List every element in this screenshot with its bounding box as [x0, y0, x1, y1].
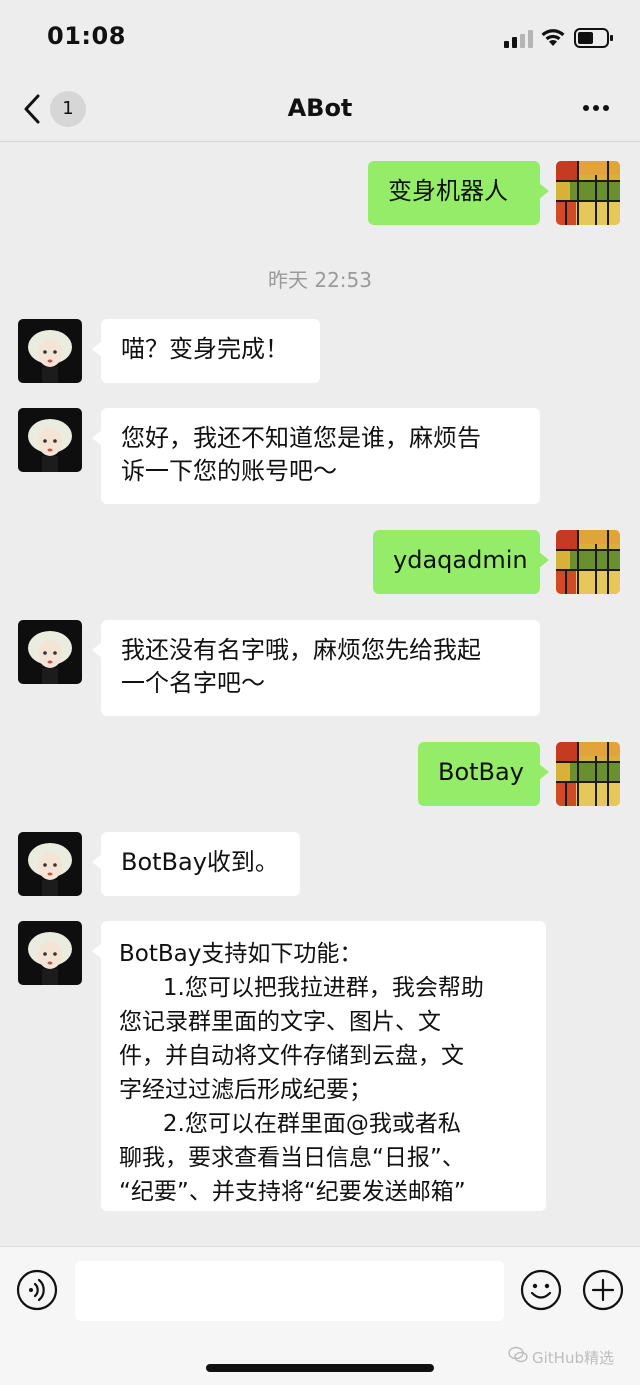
emoji-icon[interactable]	[520, 1269, 562, 1311]
message-bubble[interactable]: 您好，我还不知道您是谁，麻烦告 诉一下您的账号吧～	[92, 408, 540, 504]
message-bubble[interactable]: BotBay支持如下功能： 1.您可以把我拉进群，我会帮助 您记录群里面的文字、…	[92, 921, 546, 1211]
status-time: 01:08	[47, 22, 126, 50]
nav-divider	[0, 141, 640, 142]
message-bubble[interactable]: 变身机器人	[368, 161, 549, 225]
chat-timestamp: 昨天 22:53	[268, 268, 372, 292]
message-bubble[interactable]: 我还没有名字哦，麻烦您先给我起 一个名字吧～	[92, 620, 540, 716]
more-icon[interactable]	[580, 102, 612, 114]
user-avatar[interactable]	[556, 742, 620, 806]
user-avatar[interactable]	[556, 161, 620, 225]
plus-icon[interactable]	[582, 1269, 624, 1311]
user-avatar[interactable]	[556, 530, 620, 594]
message-bubble[interactable]: ydaqadmin	[373, 530, 549, 594]
wechat-icon	[508, 1346, 528, 1363]
bot-avatar[interactable]	[18, 319, 82, 383]
voice-icon[interactable]	[16, 1269, 58, 1311]
message-bubble[interactable]: BotBay	[418, 742, 549, 806]
home-indicator[interactable]	[206, 1364, 434, 1372]
bot-avatar[interactable]	[18, 832, 82, 896]
wifi-icon	[541, 29, 565, 46]
signal-icon	[504, 30, 534, 48]
bot-avatar[interactable]	[18, 408, 82, 472]
bot-avatar[interactable]	[18, 620, 82, 684]
message-bubble[interactable]: 喵？变身完成！	[92, 319, 320, 383]
status-bar: 01:08	[0, 0, 640, 78]
message-input[interactable]	[75, 1261, 504, 1321]
battery-icon	[574, 28, 613, 48]
watermark-text: GitHub精选	[532, 1349, 614, 1367]
page-title: ABot	[287, 94, 353, 122]
nav-bar: 1 ABot	[0, 78, 640, 142]
bot-avatar[interactable]	[18, 921, 82, 985]
message-bubble[interactable]: BotBay收到。	[92, 832, 300, 896]
